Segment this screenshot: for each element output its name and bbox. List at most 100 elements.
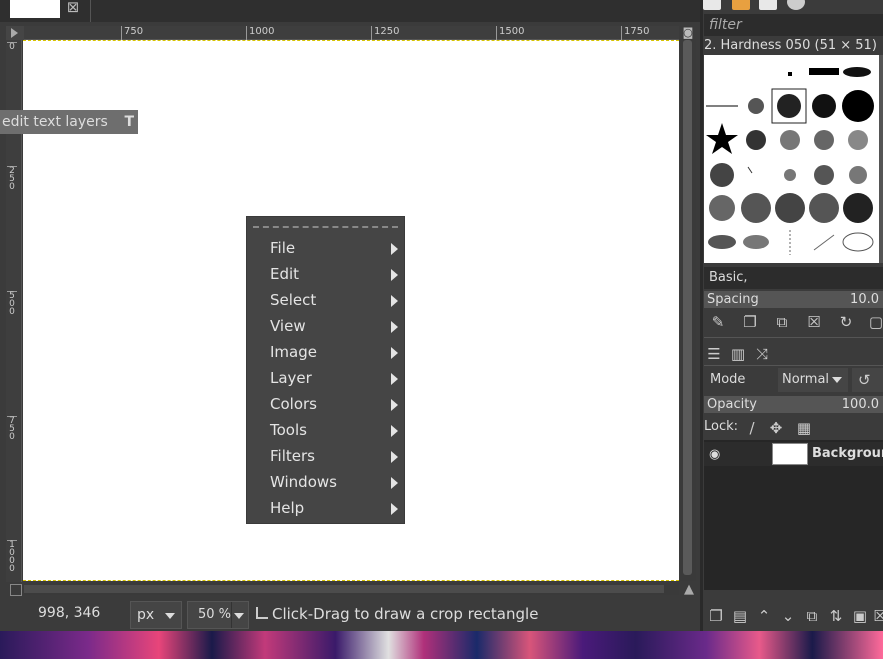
vertical-scrollbar-thumb[interactable] [683, 40, 692, 575]
menu-item-colors[interactable]: Colors [247, 391, 404, 417]
status-message: Click-Drag to draw a crop rectangle [272, 605, 539, 623]
menu-item-filters[interactable]: Filters [247, 443, 404, 469]
menu-item-view[interactable]: View [247, 313, 404, 339]
edit-brush-icon[interactable]: ✎ [708, 312, 728, 332]
image-tab-thumbnail[interactable] [10, 0, 60, 18]
menu-tearoff[interactable] [253, 226, 398, 228]
selected-brush-name: 2. Hardness 050 (51 × 51) [704, 38, 877, 53]
zoom-select[interactable]: 50 % [187, 601, 249, 629]
lock-position-icon[interactable]: ✥ [766, 418, 786, 438]
menu-item-label: Layer [270, 369, 312, 387]
ruler-label: 1250 [371, 26, 399, 40]
ruler-label: 0 [7, 42, 17, 52]
submenu-arrow-icon [391, 451, 398, 463]
brush-preset-select[interactable]: Basic, [704, 267, 883, 289]
lower-layer-icon[interactable]: ⌄ [778, 606, 798, 626]
ruler-label: 750 [121, 26, 143, 40]
close-icon[interactable]: ⊠ [64, 0, 82, 16]
brush-dock-icon[interactable] [703, 0, 721, 10]
ruler-label: 1500 [496, 26, 524, 40]
menu-item-image[interactable]: Image [247, 339, 404, 365]
menu-item-select[interactable]: Select [247, 287, 404, 313]
lock-pixels-icon[interactable]: / [742, 418, 762, 438]
spacing-slider[interactable]: Spacing 10.0 [704, 291, 883, 308]
spacing-label: Spacing [707, 292, 759, 307]
quick-mask-toggle[interactable] [10, 584, 22, 596]
mode-label: Mode [710, 372, 746, 387]
menu-item-edit[interactable]: Edit [247, 261, 404, 287]
new-group-icon[interactable]: ▤ [730, 606, 750, 626]
merge-layer-icon[interactable]: ⇅ [826, 606, 846, 626]
info-icon[interactable] [787, 0, 805, 10]
brush-grid[interactable] [704, 55, 879, 263]
brush-toolbar: ✎ ❐ ⧉ ☒ ↻ ▢ [704, 312, 883, 334]
chevron-down-icon [165, 613, 175, 619]
layer-name[interactable]: Background [812, 446, 883, 461]
submenu-arrow-icon [391, 399, 398, 411]
delete-brush-icon[interactable]: ☒ [804, 312, 824, 332]
spacing-value: 10.0 [850, 292, 879, 307]
image-tab-strip [0, 0, 700, 22]
unit-select[interactable]: px [130, 601, 182, 629]
menu-item-tools[interactable]: Tools [247, 417, 404, 443]
menu-item-label: Windows [270, 473, 337, 491]
brush-filter-input[interactable]: filter [704, 14, 883, 36]
menu-item-layer[interactable]: Layer [247, 365, 404, 391]
submenu-arrow-icon [391, 243, 398, 255]
tab-separator [90, 0, 91, 22]
delete-layer-icon[interactable]: ☒ [870, 606, 883, 626]
chevron-down-icon [234, 613, 244, 619]
menu-item-help[interactable]: Help [247, 495, 404, 521]
ruler-menu-button[interactable] [6, 26, 24, 40]
layer-mode-select[interactable]: Normal [778, 368, 848, 392]
opacity-slider[interactable]: Opacity 100.0 [704, 396, 883, 413]
menu-item-label: Colors [270, 395, 317, 413]
ruler-label: 2 5 0 [7, 166, 17, 192]
navigate-icon[interactable]: ▲ [681, 582, 697, 598]
opacity-label: Opacity [707, 397, 758, 412]
new-brush-icon[interactable]: ❐ [740, 312, 760, 332]
text-tool-icon: T [124, 114, 134, 130]
menu-item-label: Tools [270, 421, 307, 439]
menu-item-file[interactable]: File [247, 235, 404, 261]
duplicate-layer-icon[interactable]: ⧉ [802, 606, 822, 626]
context-menu: File Edit Select View Image Layer Colors… [246, 216, 405, 524]
unit-value: px [137, 607, 155, 623]
tooltip: edit text layers T [0, 110, 138, 134]
eye-icon[interactable]: ◉ [709, 447, 720, 462]
menu-item-label: Filters [270, 447, 315, 465]
dock-separator[interactable] [704, 337, 883, 341]
horizontal-ruler[interactable]: 750 1000 1250 1500 1750 [24, 26, 679, 40]
layers-tab-icon[interactable]: ☰ [704, 344, 724, 364]
submenu-arrow-icon [391, 373, 398, 385]
desktop-wallpaper [0, 631, 883, 659]
zoom-fit-icon[interactable]: ◙ [680, 26, 696, 40]
opacity-value: 100.0 [841, 397, 879, 412]
submenu-arrow-icon [391, 425, 398, 437]
menu-item-label: File [270, 239, 296, 257]
pattern-dock-icon[interactable] [732, 0, 750, 10]
duplicate-brush-icon[interactable]: ⧉ [772, 312, 792, 332]
channels-tab-icon[interactable]: ▥ [728, 344, 748, 364]
brush-scrollbar[interactable] [879, 55, 883, 263]
menu-item-windows[interactable]: Windows [247, 469, 404, 495]
font-dock-icon[interactable] [759, 0, 777, 10]
brush-thumbnails[interactable] [704, 55, 879, 263]
crop-icon [256, 607, 268, 619]
open-as-image-icon[interactable]: ▢ [866, 312, 883, 332]
reset-mode-icon[interactable]: ↺ [852, 368, 883, 392]
horizontal-scrollbar-thumb[interactable] [24, 585, 664, 593]
dock-top-icons [703, 0, 883, 10]
menu-item-label: Edit [270, 265, 300, 283]
raise-layer-icon[interactable]: ⌃ [754, 606, 774, 626]
submenu-arrow-icon [391, 269, 398, 281]
mask-icon[interactable]: ▣ [850, 606, 870, 626]
menu-item-label: View [270, 317, 306, 335]
refresh-icon[interactable]: ↻ [836, 312, 856, 332]
layer-dock-tabs: ☰ ▥ ⤨ [704, 342, 883, 366]
paths-tab-icon[interactable]: ⤨ [752, 344, 772, 364]
tooltip-text: edit text layers [2, 114, 108, 130]
new-layer-icon[interactable]: ❐ [706, 606, 726, 626]
lock-options: / ✥ ▦ [704, 418, 883, 438]
lock-alpha-icon[interactable]: ▦ [794, 418, 814, 438]
